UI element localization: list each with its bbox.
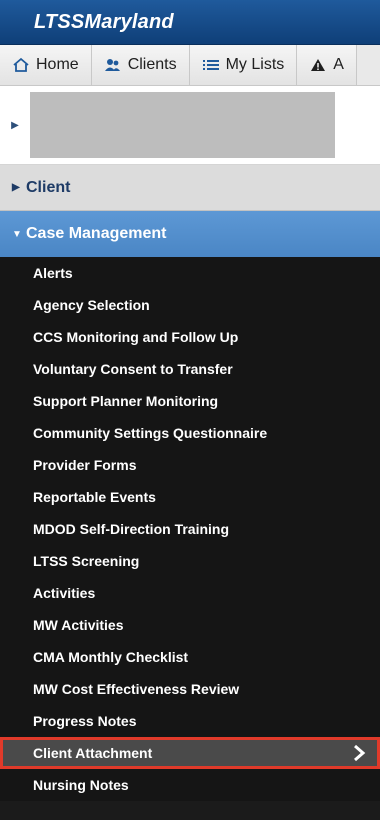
case-management-menu: Alerts Agency Selection CCS Monitoring and… [0,257,380,801]
tab-clients[interactable]: Clients [91,45,190,85]
sidebar-item-client-attachment[interactable]: Client Attachment [0,737,380,769]
sidebar-item-label: MDOD Self-Direction Training [33,521,230,537]
sidebar-item-alerts[interactable]: Alerts [0,257,380,289]
warning-icon [309,56,327,74]
sidebar-item-mdod-self-direction-training[interactable]: MDOD Self-Direction Training [0,513,380,545]
sidebar-item-label: Reportable Events [33,489,156,505]
sidebar-item-label: MW Cost Effectiveness Review [33,681,240,697]
collapsed-triangle-icon: ▶ [12,182,20,193]
app-title: LTSSMaryland [34,10,174,33]
sidebar-item-label: CCS Monitoring and Follow Up [33,329,239,345]
sidebar-item-label: Client Attachment [33,745,153,761]
sidebar-item-label: Agency Selection [33,297,150,313]
app-window: LTSSMaryland Home Clients My Lists A ▶ ▶… [0,0,380,820]
sidebar-item-community-settings-questionnaire[interactable]: Community Settings Questionnaire [0,417,380,449]
client-profile-bar: ▶ [0,86,380,165]
sidebar-item-mw-activities[interactable]: MW Activities [0,609,380,641]
tab-clients-label: Clients [127,56,177,73]
app-header: LTSSMaryland [0,0,380,45]
sidebar-item-ltss-screening[interactable]: LTSS Screening [0,545,380,577]
sidebar-section-client[interactable]: ▶ Client [0,165,380,211]
sidebar-section-case-management[interactable]: ▼ Case Management [0,211,380,257]
list-icon [202,56,220,74]
tab-home-label: Home [36,56,79,73]
top-nav: Home Clients My Lists A [0,45,380,86]
tab-home[interactable]: Home [0,45,92,85]
redacted-client-info [30,92,335,158]
sidebar-item-mw-cost-effectiveness-review[interactable]: MW Cost Effectiveness Review [0,673,380,705]
sidebar-section-client-label: Client [26,178,71,196]
sidebar-item-support-planner-monitoring[interactable]: Support Planner Monitoring [0,385,380,417]
sidebar-item-provider-forms[interactable]: Provider Forms [0,449,380,481]
sidebar-item-cma-monthly-checklist[interactable]: CMA Monthly Checklist [0,641,380,673]
expand-triangle-icon[interactable]: ▶ [0,120,30,131]
sidebar-item-label: LTSS Screening [33,553,140,569]
sidebar-item-progress-notes[interactable]: Progress Notes [0,705,380,737]
tab-my-lists[interactable]: My Lists [189,45,298,85]
sidebar-item-label: Alerts [33,265,73,281]
sidebar-item-voluntary-consent-to-transfer[interactable]: Voluntary Consent to Transfer [0,353,380,385]
sidebar-section-case-management-label: Case Management [26,225,167,242]
tab-alerts-label: A [333,56,344,73]
sidebar-item-label: Voluntary Consent to Transfer [33,361,233,377]
tab-my-lists-label: My Lists [225,56,285,73]
sidebar-item-ccs-monitoring-and-follow-up[interactable]: CCS Monitoring and Follow Up [0,321,380,353]
sidebar-item-label: Activities [33,585,96,601]
sidebar-item-nursing-notes[interactable]: Nursing Notes [0,769,380,801]
sidebar-item-label: Support Planner Monitoring [33,393,219,409]
chevron-right-icon [354,744,366,762]
users-icon [104,56,122,74]
sidebar-item-reportable-events[interactable]: Reportable Events [0,481,380,513]
sidebar-item-label: Progress Notes [33,713,137,729]
tab-alerts[interactable]: A [297,45,357,85]
sidebar-item-label: MW Activities [33,617,124,633]
sidebar-item-label: Community Settings Questionnaire [33,425,268,441]
sidebar-item-label: Provider Forms [33,457,137,473]
sidebar-item-activities[interactable]: Activities [0,577,380,609]
expanded-triangle-icon: ▼ [12,228,22,240]
sidebar-item-label: CMA Monthly Checklist [33,649,189,665]
sidebar-item-agency-selection[interactable]: Agency Selection [0,289,380,321]
home-icon [12,56,30,74]
sidebar-item-label: Nursing Notes [33,777,129,793]
